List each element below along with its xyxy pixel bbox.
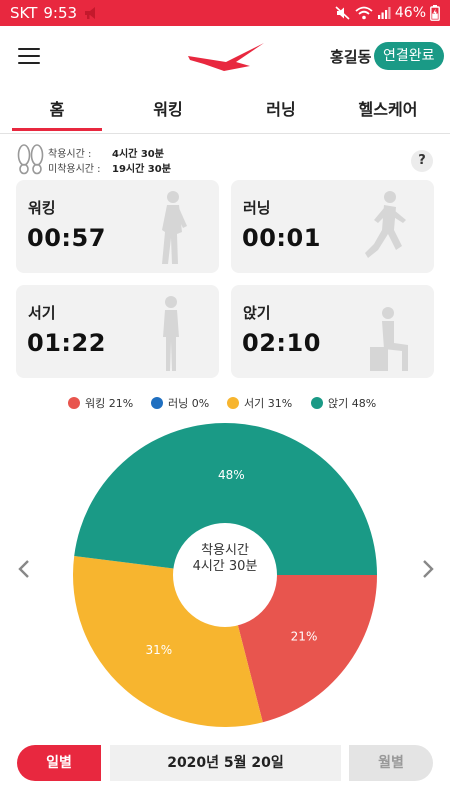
- hamburger-menu-icon[interactable]: [18, 46, 42, 66]
- unworn-time-value: 19시간 30분: [112, 164, 171, 175]
- legend-item-standing: 서기 31%: [227, 395, 292, 411]
- card-value: 00:57: [27, 224, 106, 252]
- app-header: 홍길동 연결완료: [0, 26, 450, 86]
- running-person-icon: [365, 191, 406, 258]
- card-value: 01:22: [27, 329, 106, 357]
- legend-item-walking: 워킹 21%: [68, 395, 133, 411]
- worn-time-label: 착용시간 :: [48, 149, 92, 160]
- legend-label: 워킹 21%: [85, 397, 134, 410]
- legend-label: 앉기 48%: [328, 397, 377, 410]
- signal-icon: [377, 7, 391, 19]
- card-running[interactable]: 러닝 00:01: [231, 180, 434, 273]
- tabs-divider: [0, 133, 450, 134]
- mute-icon: [335, 6, 350, 20]
- card-label: 서기: [28, 304, 56, 322]
- legend-dot: [227, 397, 239, 409]
- help-button[interactable]: ?: [411, 150, 433, 172]
- unworn-time-row: 미착용시간 : 19시간 30분: [48, 160, 171, 175]
- carrier-text: SKT: [10, 4, 38, 22]
- daily-button[interactable]: 일별: [17, 745, 101, 781]
- footprints-icon: [17, 144, 44, 175]
- chevron-right-icon[interactable]: [419, 558, 437, 580]
- center-value: 4시간 30분: [192, 559, 258, 574]
- walking-person-icon: [162, 191, 187, 264]
- user-name: 홍길동: [330, 48, 372, 66]
- wifi-icon: [355, 6, 373, 20]
- tab-home[interactable]: 홈: [12, 90, 102, 130]
- card-label: 워킹: [28, 199, 56, 217]
- date-display[interactable]: 2020년 5월 20일: [110, 745, 341, 781]
- period-selector: 일별 2020년 5월 20일 월별: [0, 745, 450, 781]
- sitting-person-icon: [370, 307, 408, 371]
- active-tab-indicator: [12, 128, 102, 131]
- battery-text: 46%: [394, 5, 426, 21]
- worn-time-value: 4시간 30분: [112, 149, 164, 160]
- tab-walking[interactable]: 워킹: [123, 90, 213, 130]
- legend-label: 서기 31%: [244, 397, 293, 410]
- connection-status-badge[interactable]: 연결완료: [374, 42, 444, 70]
- tab-running[interactable]: 러닝: [236, 90, 326, 130]
- battery-icon: [430, 5, 440, 21]
- pie-slice-label: 21%: [291, 629, 318, 643]
- tab-healthcare[interactable]: 헬스케어: [338, 90, 438, 130]
- activity-pie-chart: 21% 31% 48% 착용시간 4시간 30분: [0, 410, 450, 730]
- legend-dot: [68, 397, 80, 409]
- tab-bar: 홈 워킹 러닝 헬스케어: [0, 90, 450, 132]
- monthly-button[interactable]: 월별: [349, 745, 433, 781]
- status-bar: SKT 9:53 46%: [0, 0, 450, 26]
- pie-slice-label: 48%: [218, 468, 245, 482]
- pie-slice-label: 31%: [146, 643, 173, 657]
- legend-item-sitting: 앉기 48%: [311, 395, 376, 411]
- legend-dot: [151, 397, 163, 409]
- pie-center-hole: [173, 523, 277, 627]
- unworn-time-label: 미착용시간 :: [48, 164, 101, 175]
- clock-text: 9:53: [43, 4, 78, 22]
- chevron-left-icon[interactable]: [15, 558, 33, 580]
- card-value: 00:01: [242, 224, 321, 252]
- card-sitting[interactable]: 앉기 02:10: [231, 285, 434, 378]
- legend-dot: [311, 397, 323, 409]
- center-label: 착용시간: [201, 543, 249, 558]
- worn-time-row: 착용시간 : 4시간 30분: [48, 145, 164, 160]
- standing-person-icon: [163, 296, 179, 371]
- card-value: 02:10: [242, 329, 321, 357]
- legend-label: 러닝 0%: [168, 397, 210, 410]
- chart-legend: 워킹 21% 러닝 0% 서기 31% 앉기 48%: [0, 395, 450, 411]
- card-standing[interactable]: 서기 01:22: [16, 285, 219, 378]
- card-label: 러닝: [243, 199, 271, 217]
- brand-logo: [188, 43, 264, 71]
- card-walking[interactable]: 워킹 00:57: [16, 180, 219, 273]
- pie-center-text: 착용시간 4시간 30분: [175, 543, 275, 575]
- legend-item-running: 러닝 0%: [151, 395, 209, 411]
- notification-icon: [85, 7, 96, 19]
- card-label: 앉기: [243, 304, 271, 322]
